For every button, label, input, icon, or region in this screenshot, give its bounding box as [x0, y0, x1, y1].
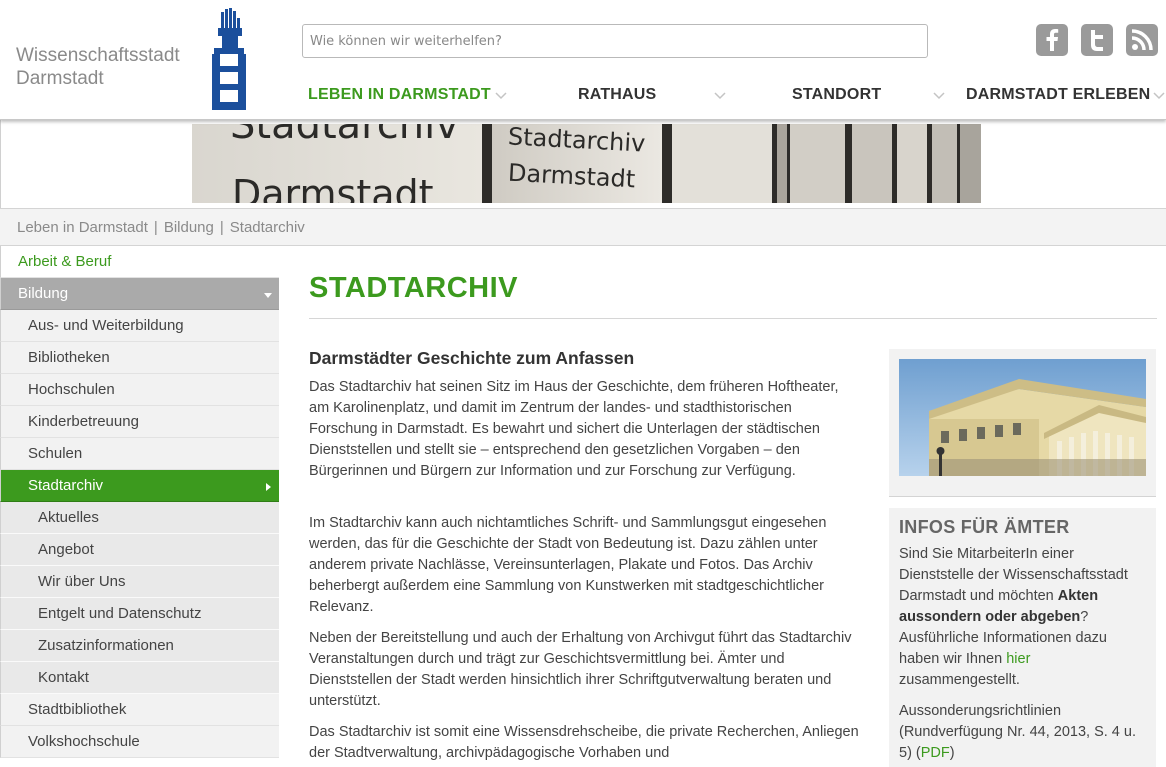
building-photo: [899, 359, 1146, 476]
search-input[interactable]: [303, 25, 927, 57]
image-box: [889, 349, 1156, 497]
sidebar-item-aktuelles[interactable]: Aktuelles: [0, 502, 279, 534]
search-box[interactable]: [302, 24, 928, 58]
sidebar-item-hochschulen[interactable]: Hochschulen: [0, 374, 279, 406]
breadcrumb-item[interactable]: Bildung: [164, 219, 214, 236]
logo-line-2: Darmstadt: [16, 68, 104, 89]
sidebar-item-wir-ueber-uns[interactable]: Wir über Uns: [0, 566, 279, 598]
chevron-down-icon[interactable]: [494, 89, 508, 103]
facebook-icon: [1046, 29, 1059, 51]
section-heading: Darmstädter Geschichte zum Anfassen: [309, 348, 635, 368]
twitter-icon: [1091, 30, 1103, 51]
rss-icon: [1131, 29, 1153, 51]
nav-darmstadt-erleben[interactable]: DARMSTADT ERLEBEN: [966, 86, 1150, 110]
sidebar-item-stadtbibliothek[interactable]: Stadtbibliothek: [0, 694, 279, 726]
chevron-down-icon[interactable]: [1152, 89, 1166, 103]
page-title: STADTARCHIV: [309, 272, 519, 304]
banner-text-large-2: Darmstadt: [232, 172, 434, 203]
sidebar-item-bibliotheken[interactable]: Bibliotheken: [0, 342, 279, 374]
paragraph: Neben der Bereitstellung und auch der Er…: [309, 630, 852, 709]
darmstadt-emblem-icon[interactable]: [212, 8, 246, 110]
paragraph: Das Stadtarchiv ist somit eine Wissensdr…: [309, 724, 859, 761]
sidebar-item-kinderbetreuung[interactable]: Kinderbetreuung: [0, 406, 279, 438]
sidebar-item-label: Stadtarchiv: [28, 477, 104, 494]
info-box-title: INFOS FÜR ÄMTER: [899, 517, 1070, 537]
sidebar-item-schulen[interactable]: Schulen: [0, 438, 279, 470]
hier-link[interactable]: hier: [1006, 651, 1030, 667]
nav-rathaus[interactable]: RATHAUS: [578, 86, 656, 110]
logo-line-1: Wissenschaftsstadt: [16, 45, 180, 66]
nav-leben-in-darmstadt[interactable]: LEBEN IN DARMSTADT: [308, 86, 491, 110]
rss-link[interactable]: [1126, 24, 1158, 56]
site-logo-text[interactable]: Wissenschaftsstadt Darmstadt: [16, 44, 180, 90]
divider: [309, 318, 1157, 319]
breadcrumb-item[interactable]: Stadtarchiv: [230, 219, 305, 236]
breadcrumb: Leben in Darmstadt | Bildung | Stadtarchiv: [0, 208, 1166, 246]
info-paragraph: Sind Sie MitarbeiterIn einer Dienststell…: [899, 544, 1139, 691]
sidebar-item-angebot[interactable]: Angebot: [0, 534, 279, 566]
guideline-text-end: ): [949, 745, 955, 761]
twitter-link[interactable]: [1081, 24, 1113, 56]
banner-image: Stadtarchiv Darmstadt Stadtarchiv Darmst…: [192, 124, 981, 203]
sidebar-item-bildung[interactable]: Bildung: [0, 278, 279, 310]
info-text-part: zusammengestellt.: [899, 672, 1020, 688]
facebook-link[interactable]: [1036, 24, 1068, 56]
nav-standort[interactable]: STANDORT: [792, 86, 881, 110]
sidebar-item-stadtarchiv[interactable]: Stadtarchiv: [0, 470, 279, 502]
sidebar-item-arbeit-beruf[interactable]: Arbeit & Beruf: [0, 246, 279, 278]
site-header: Wissenschaftsstadt Darmstadt Wie können …: [0, 0, 1166, 120]
paragraph: Im Stadtarchiv kann auch nichtamtliches …: [309, 515, 827, 615]
paragraph: Das Stadtarchiv hat seinen Sitz im Haus …: [309, 379, 839, 479]
caret-down-icon: [264, 293, 272, 298]
caret-right-icon: [266, 483, 271, 491]
info-box-text: Sind Sie MitarbeiterIn einer Dienststell…: [899, 544, 1139, 764]
sidebar-item-entgelt-datenschutz[interactable]: Entgelt und Datenschutz: [0, 598, 279, 630]
sidebar-item-volkshochschule[interactable]: Volkshochschule: [0, 726, 279, 758]
chevron-down-icon[interactable]: [932, 89, 946, 103]
sidebar-item-zusatzinformationen[interactable]: Zusatzinformationen: [0, 630, 279, 662]
banner-text-large: Stadtarchiv: [230, 124, 459, 148]
sidebar-nav: Arbeit & Beruf Bildung Aus- und Weiterbi…: [0, 246, 279, 758]
info-box: INFOS FÜR ÄMTER Sind Sie MitarbeiterIn e…: [889, 508, 1156, 767]
sidebar-item-kontakt[interactable]: Kontakt: [0, 662, 279, 694]
sidebar-item-label: Bildung: [18, 285, 69, 302]
guideline-paragraph: Aussonderungsrichtlinien (Rundverfügung …: [899, 701, 1139, 764]
sidebar-item-aus-weiterbildung[interactable]: Aus- und Weiterbildung: [0, 310, 279, 342]
pdf-link[interactable]: PDF: [921, 745, 950, 761]
chevron-down-icon[interactable]: [713, 89, 727, 103]
breadcrumb-item[interactable]: Leben in Darmstadt: [17, 219, 148, 236]
